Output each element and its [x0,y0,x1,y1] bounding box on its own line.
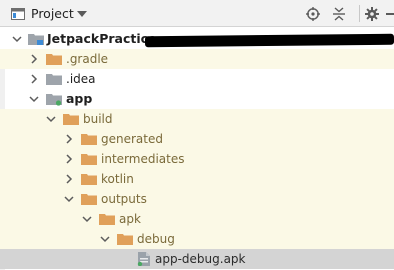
tree-row-app-debug-apk[interactable]: app-debug.apk [0,249,394,269]
tree-row-root[interactable]: JetpackPractice [0,29,394,49]
folder-orange-icon [99,212,115,226]
tree-item-label: kotlin [101,172,134,186]
folder-orange-icon [81,192,97,206]
chevron-right-icon[interactable] [63,169,75,189]
tree-row-generated[interactable]: generated [0,129,394,149]
chevron-right-icon[interactable] [28,49,40,69]
tree-row-build[interactable]: build [0,109,394,129]
folder-orange-icon [117,232,133,246]
tree-row-debug[interactable]: debug [0,229,394,249]
folder-orange-icon [81,132,97,146]
tree-item-label: intermediates [101,152,185,166]
collapse-all-icon[interactable] [331,0,347,27]
tree-item-label: generated [101,132,163,146]
tree-item-label: apk [119,212,141,226]
chevron-right-icon[interactable] [28,69,40,89]
folder-gray-icon [46,72,62,86]
settings-gear-icon[interactable] [364,0,380,27]
tree-row-app[interactable]: app [0,89,394,109]
apk-file-icon [136,252,152,267]
tree-item-label: .gradle [66,52,109,66]
toolbar-separator [359,5,360,22]
module-folder-icon [46,92,62,106]
chevron-down-icon[interactable] [45,109,57,129]
tree-item-label: outputs [101,192,147,206]
chevron-down-icon[interactable] [11,29,23,49]
dropdown-caret-icon[interactable] [76,0,88,27]
tree-row-idea[interactable]: .idea [0,69,394,89]
tree-root-label: JetpackPractice [47,31,157,46]
tree-row-apk[interactable]: apk [0,209,394,229]
tree-row-intermediates[interactable]: intermediates [0,149,394,169]
chevron-down-icon[interactable] [28,89,40,109]
tree-row-gradle[interactable]: .gradle [0,49,394,69]
folder-orange-icon [81,152,97,166]
project-tool-window-header: Project [0,0,394,27]
tree-row-outputs[interactable]: outputs [0,189,394,209]
tree-item-label: build [83,112,113,126]
chevron-right-icon[interactable] [63,149,75,169]
folder-orange-icon [46,52,62,66]
redacted-path [144,33,394,48]
hide-panel-icon[interactable] [386,0,394,27]
tree-item-label: debug [137,232,175,246]
project-view-icon[interactable] [10,0,26,27]
folder-orange-icon [81,172,97,186]
chevron-right-icon[interactable] [63,129,75,149]
tree-item-label: app [66,91,93,106]
chevron-down-icon[interactable] [99,229,111,249]
folder-orange-icon [63,112,79,126]
tree-row-kotlin[interactable]: kotlin [0,169,394,189]
project-view-title[interactable]: Project [31,0,74,27]
chevron-down-icon[interactable] [63,189,75,209]
tree-item-label: app-debug.apk [155,252,246,266]
tree-item-label: .idea [66,72,96,86]
project-folder-icon [28,32,44,46]
chevron-down-icon[interactable] [81,209,93,229]
locate-target-icon[interactable] [305,0,321,27]
